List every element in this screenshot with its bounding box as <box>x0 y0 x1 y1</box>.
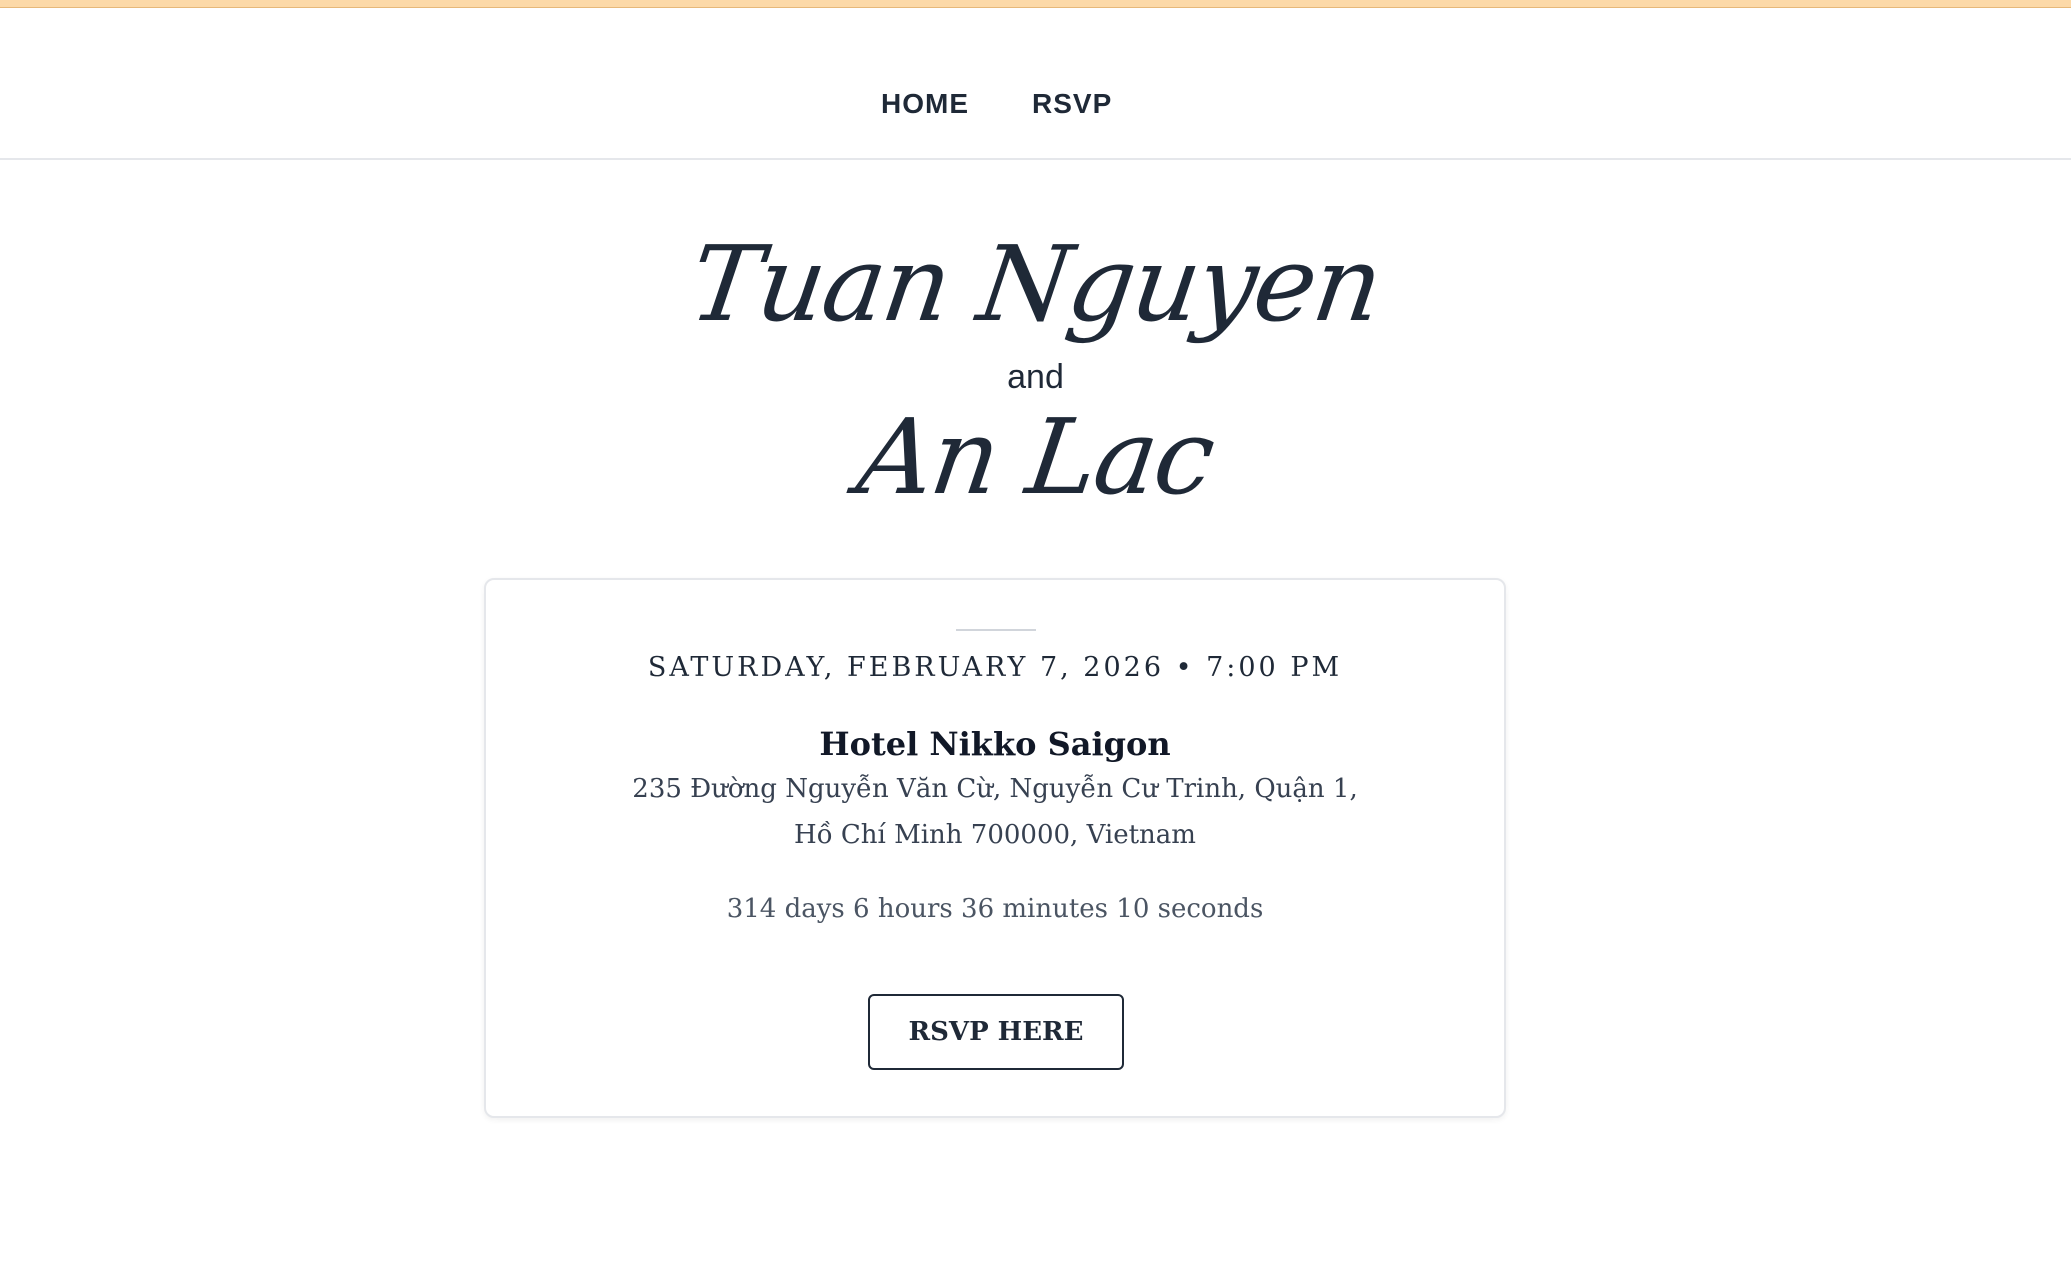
rsvp-here-button[interactable]: RSVP HERE <box>868 994 1124 1070</box>
venue-name: Hotel Nikko Saigon <box>819 725 1171 763</box>
event-date-time: SATURDAY, FEBRUARY 7, 2026 • 7:00 PM <box>647 652 1343 683</box>
partner-1-name: Tuan Nguyen <box>682 223 1389 345</box>
couple-connector: and <box>1007 358 1064 396</box>
event-details-card: SATURDAY, FEBRUARY 7, 2026 • 7:00 PM Hot… <box>484 578 1506 1118</box>
top-accent-bar <box>0 0 2071 8</box>
nav-home-link[interactable]: HOME <box>881 88 969 120</box>
venue-address-line-1: 235 Đường Nguyễn Văn Cừ, Nguyễn Cư Trinh… <box>632 774 1358 804</box>
partner-2-name: An Lac <box>850 396 1221 518</box>
navbar: HOME RSVP <box>0 8 2071 160</box>
venue-address-line-2: Hồ Chí Minh 700000, Vietnam <box>794 820 1196 850</box>
countdown-timer: 314 days 6 hours 36 minutes 10 seconds <box>726 894 1264 924</box>
nav-rsvp-link[interactable]: RSVP <box>1032 88 1112 120</box>
card-divider <box>956 629 1036 631</box>
